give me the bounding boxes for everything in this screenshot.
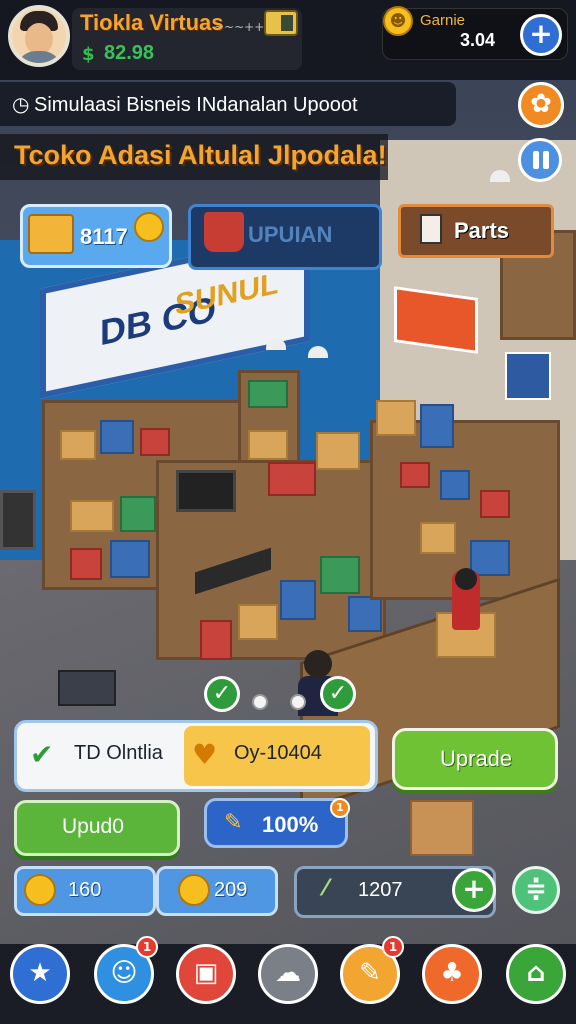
- register-icon: ▣: [193, 958, 219, 988]
- product-box: [100, 420, 134, 454]
- resource-value: 209: [214, 879, 248, 901]
- product-box: [376, 400, 416, 436]
- cash-register[interactable]: [58, 670, 116, 706]
- product-box: [248, 380, 288, 408]
- hammer-icon: ✎: [359, 958, 381, 988]
- add-tool-button[interactable]: +: [452, 868, 496, 912]
- waypoint-dot: [252, 694, 268, 710]
- shopkeeper-head: [304, 650, 332, 678]
- product-box: [70, 500, 114, 532]
- product-box: [110, 540, 150, 578]
- machine-icon: [204, 212, 244, 252]
- product-box: [140, 428, 170, 456]
- tool-value: 1207: [358, 879, 403, 901]
- exchange-button[interactable]: ≑: [512, 866, 560, 914]
- pause-button[interactable]: [518, 138, 562, 182]
- product-box: [320, 556, 360, 594]
- people-icon: ♣: [440, 958, 464, 988]
- settings-button[interactable]: ✿: [518, 82, 564, 128]
- coin-stack-icon: [24, 874, 56, 906]
- product-box: [316, 432, 360, 470]
- info-icon: ◷: [12, 92, 30, 116]
- notification-badge: 1: [136, 936, 158, 958]
- product-box: [480, 490, 510, 518]
- player-avatar[interactable]: [8, 5, 70, 67]
- box-icon: [28, 214, 74, 254]
- atm-machine[interactable]: [0, 490, 36, 550]
- chat-icon: ☁: [275, 958, 301, 988]
- reward-text: Oy-10404: [234, 742, 322, 764]
- info-bar-text: Simulaasi Bisneis INdanalan Upooot: [34, 94, 358, 116]
- product-box: [440, 470, 470, 500]
- parts-label: Parts: [454, 218, 510, 243]
- computer-monitor[interactable]: [176, 470, 236, 512]
- wrench-icon: ⁄: [324, 876, 328, 901]
- staff-figure-head: [455, 568, 477, 590]
- nav-shop-button[interactable]: ⌂: [506, 944, 566, 1004]
- nav-people-button[interactable]: ♣: [422, 944, 482, 1004]
- wall-poster: [505, 352, 551, 400]
- coin-icon: [134, 212, 164, 242]
- currency-value: 3.04: [460, 30, 496, 50]
- inventory-value: 8117: [80, 224, 128, 249]
- currency-label: Garnie: [420, 12, 466, 29]
- pencil-icon: ✎: [224, 810, 243, 835]
- product-box: [200, 620, 232, 660]
- product-box: [420, 404, 454, 448]
- product-box: [238, 604, 278, 640]
- waypoint-dot: [290, 694, 306, 710]
- task-complete-check-icon[interactable]: ✓: [204, 676, 240, 712]
- upgrade-label: Uprade: [440, 746, 513, 771]
- product-box: [348, 596, 382, 632]
- product-box: [280, 580, 316, 620]
- status-label: TD Olntlia: [74, 742, 163, 764]
- heart-icon: ♥: [192, 738, 218, 771]
- floor-box: [410, 800, 474, 856]
- product-box: [420, 522, 456, 554]
- resource-value: 160: [68, 879, 102, 901]
- task-complete-check-icon[interactable]: ✓: [320, 676, 356, 712]
- check-icon: ✔: [30, 738, 54, 771]
- update-label: Upud0: [62, 815, 124, 838]
- coin-icon: ☻: [383, 6, 413, 36]
- notification-badge: 1: [330, 798, 350, 818]
- coin-icon: [178, 874, 210, 906]
- equipment-chip-text: UPUIAN: [248, 222, 333, 247]
- player-name: Tiokla Virtuas: [80, 10, 224, 35]
- chef-icon: ☺: [110, 958, 138, 988]
- nav-star-button[interactable]: ★: [10, 944, 70, 1004]
- product-box: [470, 540, 510, 576]
- product-box: [268, 462, 316, 496]
- progress-value: 100%: [262, 812, 319, 837]
- money-value: 82.98: [104, 42, 155, 64]
- product-box: [248, 430, 288, 460]
- star-icon: ★: [28, 958, 52, 988]
- add-currency-button[interactable]: +: [520, 14, 562, 56]
- cash-icon: $: [82, 44, 95, 65]
- product-box: [120, 496, 156, 532]
- product-box: [60, 430, 96, 460]
- page-title: Tcoko Adasi Altulal Jlpodala!: [14, 140, 387, 170]
- id-card-icon[interactable]: [264, 10, 298, 36]
- product-box: [400, 462, 430, 488]
- nav-register-button[interactable]: ▣: [176, 944, 236, 1004]
- shop-icon: ⌂: [526, 958, 546, 988]
- document-icon: [420, 214, 442, 244]
- notification-badge: 1: [382, 936, 404, 958]
- nav-chat-button[interactable]: ☁: [258, 944, 318, 1004]
- promo-sign: [394, 286, 478, 354]
- product-box: [70, 548, 102, 580]
